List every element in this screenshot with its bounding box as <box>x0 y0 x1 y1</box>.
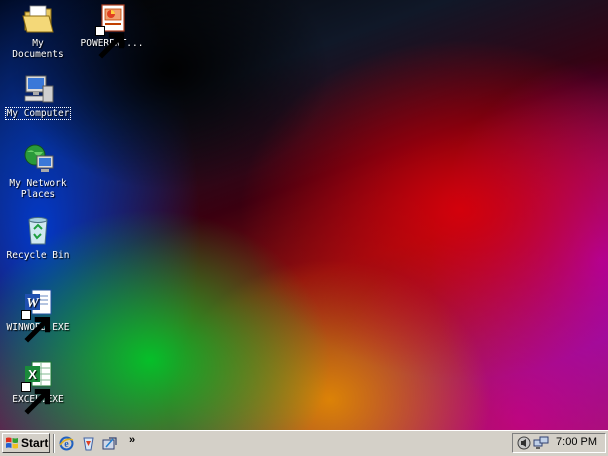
start-label: Start <box>21 436 49 450</box>
desktop-icon-excel[interactable]: X EXCEL.EXE <box>2 358 74 415</box>
desktop-icon-my-network-places[interactable]: My Network Places <box>2 142 74 200</box>
shortcut-arrow-icon <box>21 310 51 343</box>
shortcut-arrow-icon <box>21 382 51 415</box>
recycle-bin-icon <box>21 214 55 248</box>
desktop-icon-label: My Computer <box>4 107 72 120</box>
desktop-icon-recycle-bin[interactable]: Recycle Bin <box>2 214 74 261</box>
show-desktop-icon[interactable] <box>101 435 118 452</box>
desktop-icon-label: My Network Places <box>9 178 67 200</box>
windows-logo-icon <box>6 437 18 449</box>
volume-icon[interactable] <box>516 435 532 451</box>
my-computer-icon <box>21 72 55 106</box>
taskbar: Start e » 7:00 PM <box>0 430 608 456</box>
desktop[interactable]: My Documents POWERPNT... My Computer My … <box>0 0 608 430</box>
svg-text:X: X <box>28 367 37 382</box>
shortcut-arrow-icon <box>95 26 125 59</box>
desktop-icon-my-computer[interactable]: My Computer <box>2 72 74 120</box>
system-tray: 7:00 PM <box>512 433 606 453</box>
desktop-icon-powerpoint[interactable]: POWERPNT... <box>76 2 148 59</box>
network-places-icon <box>21 142 55 176</box>
word-icon: W <box>21 286 55 343</box>
my-documents-folder-icon <box>21 2 55 36</box>
desktop-icon-my-documents[interactable]: My Documents <box>2 2 74 60</box>
clock[interactable]: 7:00 PM <box>556 436 597 448</box>
powerpoint-icon <box>95 2 129 59</box>
start-button[interactable]: Start <box>2 433 50 453</box>
desktop-icon-winword[interactable]: W WINWORD.EXE <box>2 286 74 343</box>
quick-launch-overflow-chevron[interactable]: » <box>129 434 135 446</box>
desktop-icon-label: Recycle Bin <box>6 250 70 261</box>
ie-icon[interactable]: e <box>58 435 75 452</box>
wmp-icon[interactable] <box>80 435 97 452</box>
network-icon[interactable] <box>533 435 549 451</box>
svg-text:W: W <box>26 296 40 311</box>
excel-icon: X <box>21 358 55 415</box>
taskbar-separator <box>53 434 55 453</box>
desktop-icon-label: My Documents <box>12 38 64 60</box>
